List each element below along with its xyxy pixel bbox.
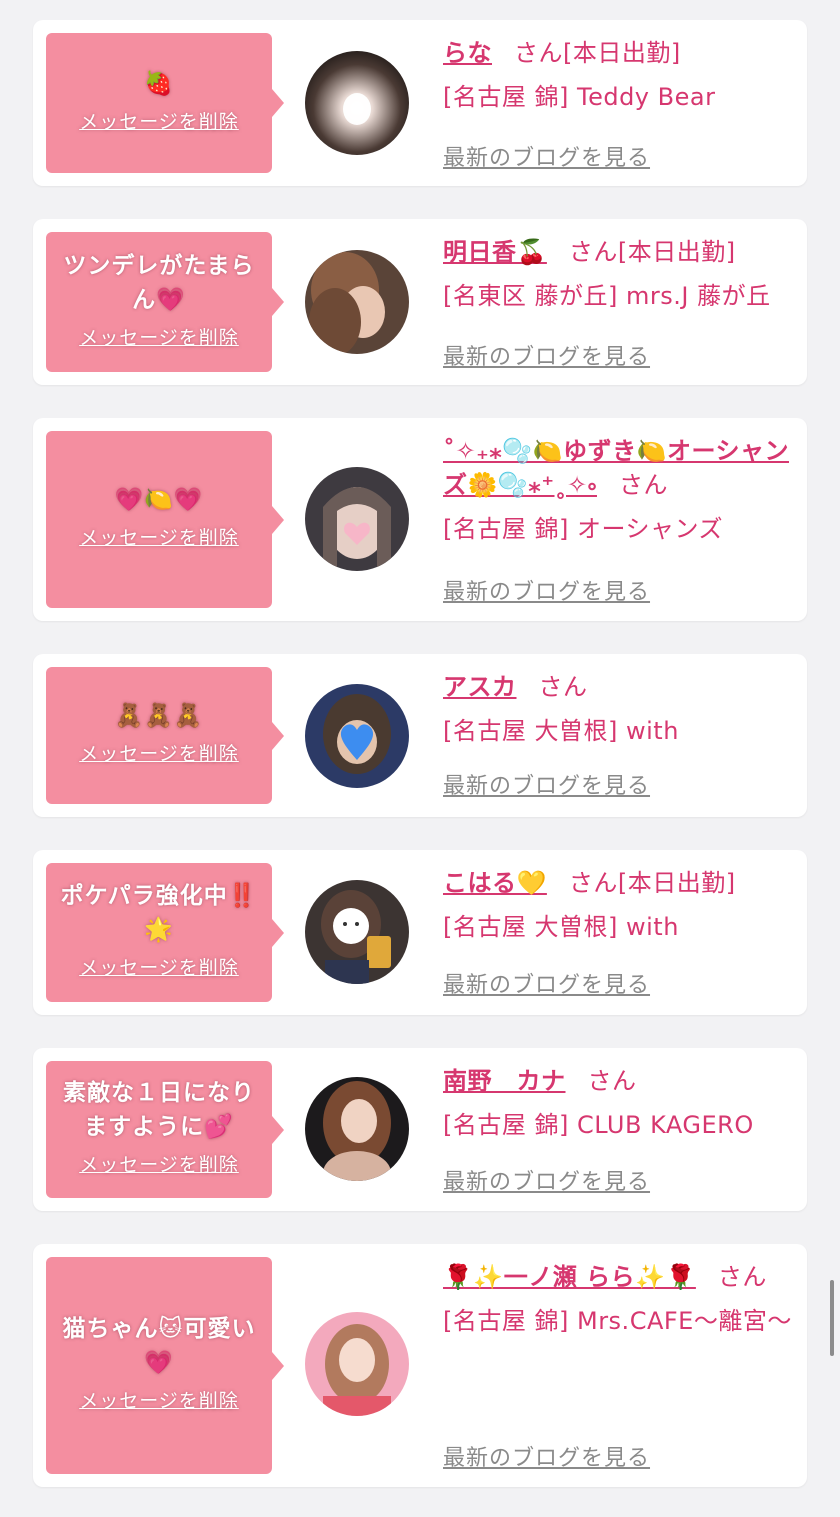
delete-message-link[interactable]: メッセージを削除	[79, 1386, 239, 1413]
delete-message-link[interactable]: メッセージを削除	[79, 953, 239, 980]
latest-blog-link[interactable]: 最新のブログを見る	[443, 140, 650, 172]
shop-name: [名古屋 錦] オーシャンズ	[443, 515, 724, 543]
honorific: さん	[717, 1263, 767, 1291]
message-bubble: 🧸🧸🧸 メッセージを削除	[46, 667, 284, 804]
delete-message-link[interactable]: メッセージを削除	[79, 1150, 239, 1177]
message-text: 素敵な１日になりますように💕	[63, 1080, 255, 1140]
cast-info: らな さん[本日出勤] [名古屋 錦] Teddy Bear	[443, 36, 795, 114]
message-list: 🍓 メッセージを削除 らな さん[本日出勤] [名古屋 錦] Teddy Bea…	[33, 20, 807, 1487]
delete-message-link[interactable]: メッセージを削除	[79, 107, 239, 134]
cast-info: ˚✧₊⁎🫧🍋ゆずき🍋オーシャンズ🌼🫧⁎⁺˳✧༚ さん [名古屋 錦] オーシャンズ	[443, 434, 795, 546]
list-item: 🧸🧸🧸 メッセージを削除 アスカ さん [名古屋 大曽根] with 最新のブログ…	[33, 654, 807, 817]
cast-info: アスカ さん [名古屋 大曽根] with	[443, 670, 795, 748]
avatar[interactable]	[305, 51, 409, 155]
latest-blog-link[interactable]: 最新のブログを見る	[443, 574, 650, 606]
shop-name: [名古屋 大曽根] with	[443, 717, 679, 745]
message-bubble: 素敵な１日になりますように💕 メッセージを削除	[46, 1061, 284, 1198]
shop-name: [名古屋 錦] Teddy Bear	[443, 83, 716, 111]
honorific: さん	[538, 673, 588, 701]
message-text: 💗🍋💗	[114, 487, 204, 513]
list-item: 素敵な１日になりますように💕 メッセージを削除 南野 カナ さん [名古屋 錦] …	[33, 1048, 807, 1211]
latest-blog-link[interactable]: 最新のブログを見る	[443, 1164, 650, 1196]
list-item: ツンデレがたまらん💗 メッセージを削除 明日香🍒 さん[本日出勤] [名東区 藤が…	[33, 219, 807, 385]
message-text: ポケパラ強化中‼️🌟	[60, 883, 258, 943]
message-bubble: 💗🍋💗 メッセージを削除	[46, 431, 284, 608]
cast-info: 南野 カナ さん [名古屋 錦] CLUB KAGERO	[443, 1064, 795, 1142]
cast-name[interactable]: 🌹✨一ノ瀬 らら✨🌹	[443, 1263, 696, 1291]
cast-info: 🌹✨一ノ瀬 らら✨🌹 さん [名古屋 錦] Mrs.CAFE〜離宮〜	[443, 1260, 795, 1338]
list-item: 💗🍋💗 メッセージを削除 ˚✧₊⁎🫧🍋ゆずき🍋オーシャンズ🌼🫧⁎⁺˳✧༚ さん […	[33, 418, 807, 621]
shop-name: [名古屋 大曽根] with	[443, 913, 679, 941]
honorific: さん	[587, 1067, 637, 1095]
message-text: 🍓	[144, 70, 174, 97]
avatar[interactable]	[305, 1077, 409, 1181]
message-text: ツンデレがたまらん💗	[63, 252, 255, 313]
honorific: さん	[514, 39, 563, 67]
latest-blog-link[interactable]: 最新のブログを見る	[443, 967, 650, 999]
delete-message-link[interactable]: メッセージを削除	[79, 323, 239, 350]
shop-name: [名古屋 錦] Mrs.CAFE〜離宮〜	[443, 1307, 792, 1335]
list-item: 🍓 メッセージを削除 らな さん[本日出勤] [名古屋 錦] Teddy Bea…	[33, 20, 807, 186]
list-item: 猫ちゃん🐱可愛い💗 メッセージを削除 🌹✨一ノ瀬 らら✨🌹 さん [名古屋 錦] …	[33, 1244, 807, 1487]
cast-info: 明日香🍒 さん[本日出勤] [名東区 藤が丘] mrs.J 藤が丘	[443, 235, 795, 313]
avatar[interactable]	[305, 880, 409, 984]
list-item: ポケパラ強化中‼️🌟 メッセージを削除 こはる💛 さん[本日出勤] [名古屋 大曽…	[33, 850, 807, 1015]
cast-info: こはる💛 さん[本日出勤] [名古屋 大曽根] with	[443, 866, 795, 944]
avatar[interactable]	[305, 684, 409, 788]
honorific: さん	[568, 869, 618, 897]
shop-name: [名東区 藤が丘] mrs.J 藤が丘	[443, 282, 771, 310]
message-bubble: ツンデレがたまらん💗 メッセージを削除	[46, 232, 284, 372]
delete-message-link[interactable]: メッセージを削除	[79, 739, 239, 766]
cast-name[interactable]: こはる💛	[443, 869, 547, 897]
message-bubble: ポケパラ強化中‼️🌟 メッセージを削除	[46, 863, 284, 1002]
message-text: 🧸🧸🧸	[114, 703, 204, 729]
cast-name[interactable]: ˚✧₊⁎🫧🍋ゆずき🍋オーシャンズ🌼🫧⁎⁺˳✧༚	[443, 437, 789, 499]
attendance-status: [本日出勤]	[617, 238, 736, 266]
cast-name[interactable]: アスカ	[443, 673, 517, 701]
cast-name[interactable]: 明日香🍒	[443, 238, 547, 266]
latest-blog-link[interactable]: 最新のブログを見る	[443, 339, 650, 371]
attendance-status: [本日出勤]	[563, 39, 681, 67]
avatar[interactable]	[305, 467, 409, 571]
cast-name[interactable]: らな	[443, 39, 492, 67]
avatar[interactable]	[305, 250, 409, 354]
latest-blog-link[interactable]: 最新のブログを見る	[443, 1440, 650, 1472]
message-bubble: 猫ちゃん🐱可愛い💗 メッセージを削除	[46, 1257, 284, 1474]
avatar[interactable]	[305, 1312, 409, 1416]
latest-blog-link[interactable]: 最新のブログを見る	[443, 768, 650, 800]
attendance-status: [本日出勤]	[617, 869, 736, 897]
honorific: さん	[568, 238, 618, 266]
delete-message-link[interactable]: メッセージを削除	[79, 523, 239, 550]
message-bubble: 🍓 メッセージを削除	[46, 33, 284, 173]
honorific: さん	[618, 471, 668, 499]
scrollbar[interactable]	[830, 1280, 834, 1356]
cast-name[interactable]: 南野 カナ	[443, 1067, 566, 1095]
message-text: 猫ちゃん🐱可愛い💗	[62, 1316, 256, 1376]
shop-name: [名古屋 錦] CLUB KAGERO	[443, 1111, 754, 1139]
